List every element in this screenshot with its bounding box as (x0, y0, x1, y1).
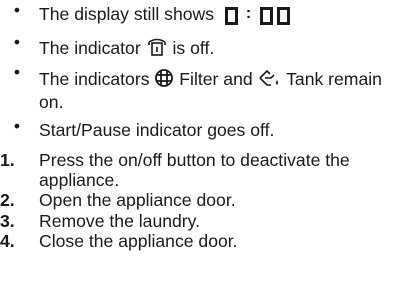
numbered-steps-list: 1. Press the on/off button to deactivate… (0, 150, 411, 252)
list-item: • The indicator is off. (0, 32, 411, 62)
step-number: 2. (0, 190, 15, 210)
display-digit (277, 7, 291, 25)
step-text: Press the on/off button to deactivate th… (39, 150, 350, 190)
list-item: 4. Close the appliance door. (0, 231, 411, 252)
step-number: 1. (0, 150, 15, 170)
bullet-marker: • (13, 62, 21, 82)
bullet-text: is off. (172, 38, 215, 58)
bullet-marker: • (13, 32, 21, 52)
list-item: 1. Press the on/off button to deactivate… (0, 150, 411, 190)
display-colon: : (245, 5, 252, 22)
step-text: Remove the laundry. (39, 210, 201, 231)
display-digit (260, 7, 274, 25)
list-item: • The display still shows : (0, 0, 411, 32)
bullet-text: Filter and (179, 69, 253, 89)
seven-segment-display: : (223, 5, 292, 27)
tank-icon (258, 68, 282, 92)
display-digit (224, 7, 238, 25)
bullet-marker: • (13, 0, 21, 20)
list-item: • The indicators Filter and Tank remain … (0, 62, 411, 116)
step-number: 3. (0, 210, 15, 231)
step-text: Close the appliance door. (39, 231, 238, 251)
bullet-marker: • (13, 116, 21, 136)
bullet-text: The indicator (39, 38, 141, 58)
bullet-text: The indicators (39, 69, 150, 89)
instruction-document: • The display still shows : • The indica… (0, 0, 411, 299)
door-lock-icon (146, 37, 168, 61)
step-number: 4. (0, 231, 15, 251)
step-text: Open the appliance door. (39, 190, 236, 210)
list-item: 2. Open the appliance door. (0, 190, 411, 211)
list-item: • Start/Pause indicator goes off. (0, 116, 411, 146)
status-bullet-list: • The display still shows : • The indica… (0, 0, 411, 146)
bullet-text: Start/Pause indicator goes off. (39, 120, 275, 140)
bullet-text: The display still shows (39, 4, 215, 24)
filter-icon (154, 68, 174, 92)
list-item: 3. Remove the laundry. (0, 211, 411, 232)
